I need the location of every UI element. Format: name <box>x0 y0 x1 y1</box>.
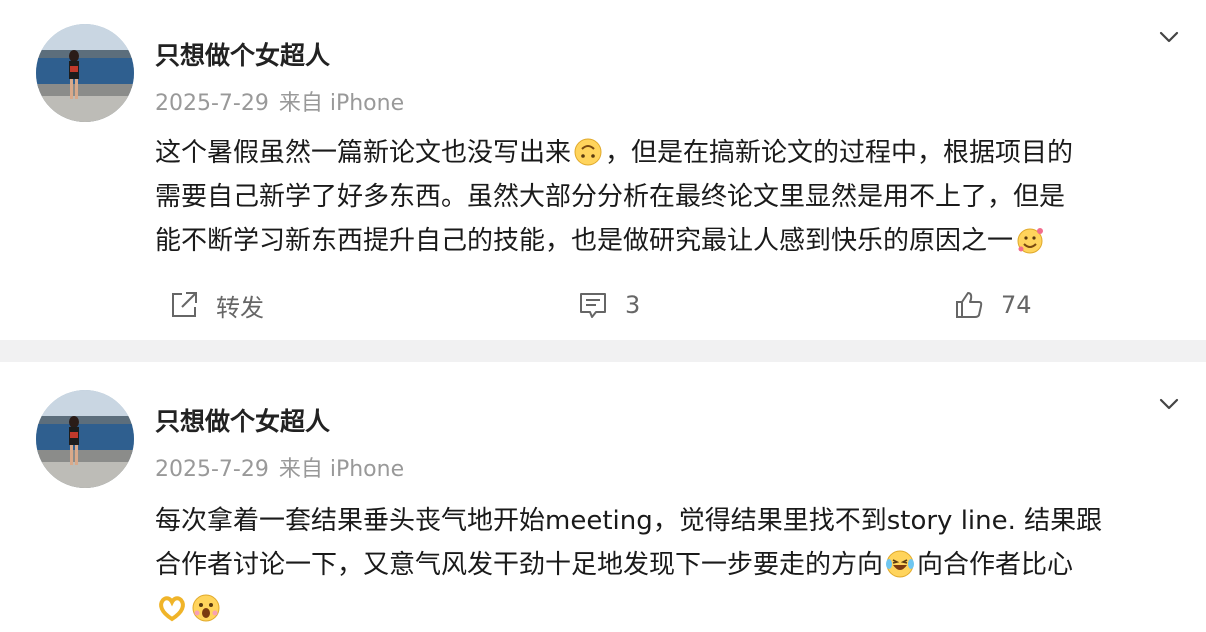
heart-hands-emoji <box>159 596 185 622</box>
avatar[interactable] <box>36 390 134 488</box>
comment-button[interactable]: 3 <box>577 283 640 327</box>
post-text-line: 每次拿着一套结果垂头丧气地开始meeting，觉得结果里找不到story lin… <box>155 506 1103 536</box>
post-text: 每次拿着一套结果垂头丧气地开始meeting，觉得结果里找不到story lin… <box>155 499 1185 631</box>
repost-label: 转发 <box>216 293 264 322</box>
post-text-line: 需要自己新学了好多东西。虽然大部分分析在最终论文里显然是用不上了，但是 <box>155 182 1066 212</box>
username[interactable]: 只想做个女超人 <box>155 402 330 438</box>
chevron-down-icon[interactable] <box>1154 389 1184 419</box>
post-text: 这个暑假虽然一篇新论文也没写出来 ，但是在搞新论文的过程中，根据项目的 需要自己新… <box>155 131 1185 263</box>
smiling-face-with-hearts-emoji <box>1017 228 1044 254</box>
post-text-line: 能不断学习新东西提升自己的技能，也是做研究最让人感到快乐的原因之一 <box>155 226 1014 256</box>
username[interactable]: 只想做个女超人 <box>155 36 330 72</box>
post-actions: 转发 3 74 <box>0 283 1206 327</box>
post-meta: 2025-7-29 来自 iPhone <box>155 451 404 483</box>
like-count: 74 <box>1001 291 1032 319</box>
post-source: 来自 iPhone <box>278 91 405 116</box>
surprised-face-emoji <box>192 594 220 622</box>
post-date: 2025-7-29 <box>155 91 269 116</box>
post-text-line: 向合作者比心 <box>917 550 1074 580</box>
post-source: 来自 iPhone <box>278 457 405 482</box>
comment-icon <box>580 293 606 318</box>
upside-down-face-emoji <box>574 138 602 166</box>
post-date: 2025-7-29 <box>155 457 269 482</box>
post-meta: 2025-7-29 来自 iPhone <box>155 85 404 117</box>
share-icon <box>172 292 197 317</box>
post-card: 只想做个女超人 2025-7-29 来自 iPhone 这个暑假虽然一篇新论文也没… <box>0 0 1206 340</box>
avatar[interactable] <box>36 24 134 122</box>
post-text-line: 合作者讨论一下，又意气风发干劲十足地发现下一步要走的方向 <box>155 550 884 580</box>
laughing-crying-emoji <box>886 550 915 578</box>
post-text-line: 这个暑假虽然一篇新论文也没写出来 <box>155 138 572 168</box>
post-text-line: ，但是在搞新论文的过程中，根据项目的 <box>605 138 1074 168</box>
comment-count: 3 <box>625 291 641 319</box>
like-button[interactable]: 74 <box>953 283 1032 327</box>
thumbs-up-icon <box>956 292 983 318</box>
chevron-down-icon[interactable] <box>1154 22 1184 52</box>
post-card: 只想做个女超人 2025-7-29 来自 iPhone 每次拿着一套结果垂头丧气地… <box>0 362 1206 632</box>
repost-button[interactable]: 转发 <box>168 283 264 327</box>
